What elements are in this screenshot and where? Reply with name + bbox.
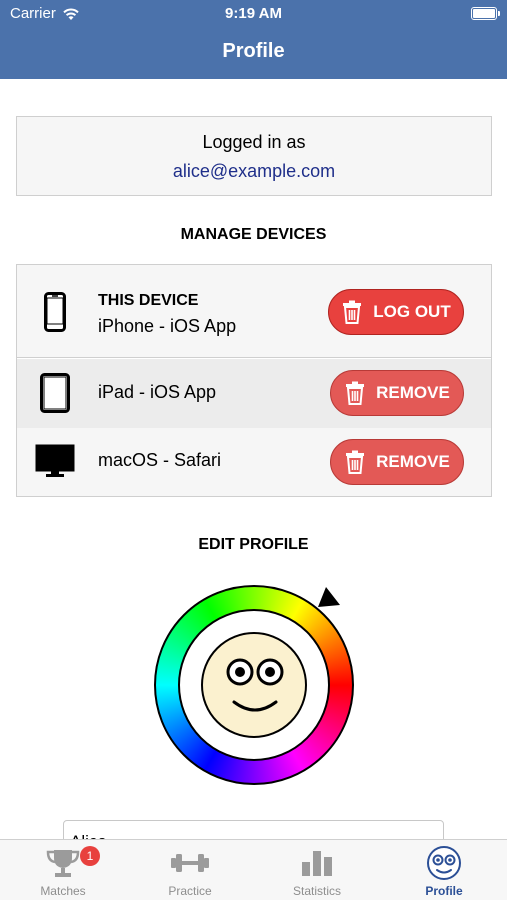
status-time: 9:19 AM [225,5,282,22]
tab-statistics[interactable]: Statistics [254,840,380,900]
login-email: alice@example.com [172,161,336,181]
bar-chart-icon [302,851,332,876]
battery-fill [473,9,495,18]
device-name: iPhone - iOS App [98,316,237,336]
log-out-label: LOG OUT [373,302,451,321]
this-device-label: THIS DEVICE [98,292,199,309]
remove-mac-button[interactable]: REMOVE [330,439,464,485]
avatar-face[interactable] [201,632,307,738]
nav-header: Carrier 9:19 AM Profile [0,0,507,79]
remove-label: REMOVE [376,383,450,402]
login-info-box: Logged in as alice@example.com [16,116,492,196]
color-selector-marker-icon[interactable] [316,585,342,609]
login-label: Logged in as [202,132,306,152]
tab-practice[interactable]: Practice [127,840,253,900]
edit-profile-heading: EDIT PROFILE [198,536,309,553]
avatar-color-wheel[interactable] [154,585,354,785]
tab-icon-holder [127,846,253,880]
tab-label: Matches [40,884,86,898]
smiley-face-icon [226,658,284,712]
trash-icon [346,381,365,405]
dumbbell-icon [171,854,209,872]
matches-badge: 1 [80,846,100,866]
status-bar: Carrier 9:19 AM [0,0,507,28]
trash-icon [346,450,365,474]
remove-label: REMOVE [376,452,450,471]
device-row-current: THIS DEVICE iPhone - iOS App LOG OUT [17,265,491,358]
ipad-icon [40,373,70,413]
device-row-mac: macOS - Safari REMOVE [17,428,491,496]
tab-bar: 1 Matches Practice Statistics Profile [0,839,507,900]
tab-icon-holder [381,846,507,880]
device-row-ipad: iPad - iOS App REMOVE [17,359,491,428]
tab-matches[interactable]: 1 Matches [0,840,126,900]
page-title: Profile [222,40,285,62]
tab-profile[interactable]: Profile [381,840,507,900]
tab-label: Profile [425,884,463,898]
trash-icon [343,300,362,324]
devices-list: THIS DEVICE iPhone - iOS App LOG OUT iPa… [16,264,492,497]
monitor-icon [35,444,75,477]
device-name: iPad - iOS App [98,382,217,402]
smiley-face-icon [427,846,461,880]
remove-ipad-button[interactable]: REMOVE [330,370,464,416]
tab-icon-holder [254,846,380,880]
manage-devices-heading: MANAGE DEVICES [180,226,327,243]
tab-icon-holder [0,846,126,880]
iphone-icon [44,292,66,332]
log-out-button[interactable]: LOG OUT [328,289,464,335]
tab-label: Practice [168,884,212,898]
battery-icon [471,7,500,20]
trophy-icon [46,850,80,877]
device-name: macOS - Safari [98,450,222,470]
tab-label: Statistics [292,884,341,898]
